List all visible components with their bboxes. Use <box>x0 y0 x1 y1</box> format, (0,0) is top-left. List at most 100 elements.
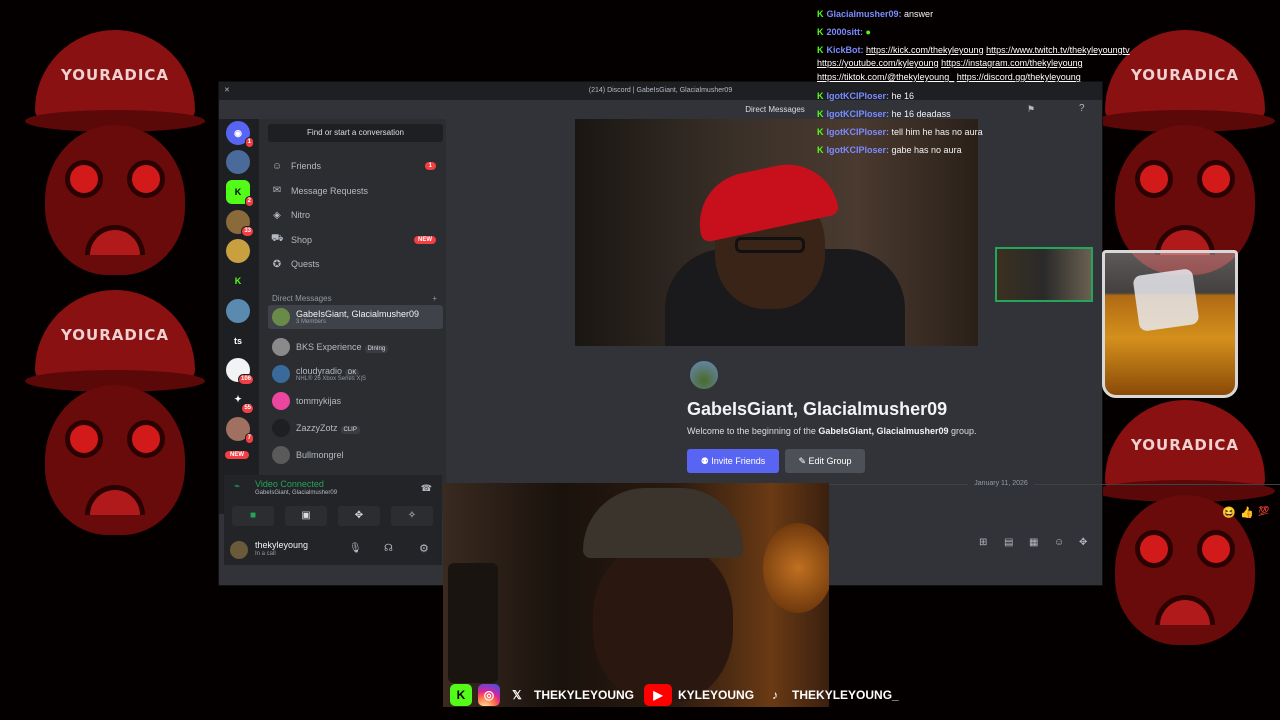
inbox-icon[interactable]: ⚑ <box>1027 104 1035 115</box>
window-title: (214) Discord | GabeIsGiant, Glacialmush… <box>588 87 733 94</box>
help-icon[interactable]: ? <box>1079 103 1085 114</box>
server-ts-icon[interactable]: ts <box>226 329 250 353</box>
screen-share-button[interactable]: ▣ <box>285 506 327 526</box>
gif-icon[interactable]: ▤ <box>1004 537 1013 548</box>
chat-username: IgotKCIPloser: <box>826 127 892 137</box>
soundboard-button[interactable]: ✧ <box>391 506 433 526</box>
chat-link[interactable]: https://kick.com/thekyleyoung <box>866 45 984 55</box>
whiskey-glass-image <box>1098 250 1242 400</box>
username[interactable]: thekyleyoung <box>255 540 308 550</box>
avatar <box>272 446 290 464</box>
group-title: GabeIsGiant, Glacialmusher09 <box>687 399 948 419</box>
background-face: YOURADICA <box>20 290 210 560</box>
laugh-reaction-icon[interactable]: 😆 <box>1222 506 1236 519</box>
headphones-icon[interactable]: ☊ <box>384 543 393 554</box>
chat-message: K IgotKCIPloser: gabe has no aura <box>817 145 962 155</box>
dm-name: tommykijas <box>296 396 342 406</box>
logo-text: YOURADICA <box>1130 436 1240 454</box>
dm-item[interactable]: GabeIsGiant, Glacialmusher09 3 Members <box>268 305 443 329</box>
unread-badge: 106 <box>237 374 254 385</box>
logo-text: YOURADICA <box>1130 66 1240 84</box>
emoji-icon[interactable]: ☺ <box>1054 537 1064 548</box>
add-dm-icon[interactable]: + <box>432 294 437 303</box>
nav-label: Shop <box>291 234 313 245</box>
server-4-icon[interactable] <box>226 299 250 323</box>
kick-badge-icon: K <box>817 9 824 19</box>
thumbs-up-reaction-icon[interactable]: 👍 <box>1240 506 1254 519</box>
logo-text: YOURADICA <box>60 66 170 84</box>
microphone-icon[interactable]: 🎙 <box>349 543 362 554</box>
dm-name: BKS Experience DInIng <box>296 342 389 353</box>
avatar <box>272 338 290 356</box>
message-requests-icon: ✉ <box>272 185 282 196</box>
activities-button[interactable]: ✥ <box>338 506 380 526</box>
chat-username: 2000sitt: <box>826 27 866 37</box>
chat-username: IgotKCIPloser: <box>826 109 892 119</box>
settings-gear-icon[interactable]: ⚙ <box>419 542 429 555</box>
dm-item[interactable]: cloudyradio DK NHL® 26 Xbox Series X|S <box>268 362 443 386</box>
nav-label: Friends <box>291 161 322 171</box>
chat-message: K IgotKCIPloser: he 16 <box>817 91 914 101</box>
nav-item-friends[interactable]: ☺ Friends 1 <box>271 156 436 176</box>
dm-item[interactable]: tommykijas <box>268 389 443 413</box>
server-5-icon[interactable]: 106 <box>226 358 254 385</box>
server-avatar-icon[interactable] <box>226 150 250 174</box>
edit-group-button[interactable]: ✎ Edit Group <box>785 449 865 473</box>
logo-text: YOURADICA <box>60 326 170 344</box>
title-bar: ✕ (214) Discord | GabeIsGiant, Glacialmu… <box>219 82 1102 100</box>
video-thumbnail[interactable] <box>995 247 1093 302</box>
friends-icon: ☺ <box>271 160 283 172</box>
nav-item-quests[interactable]: ✪ Quests <box>271 254 436 274</box>
nav-item-shop[interactable]: ⛟ Shop NEW <box>271 230 436 250</box>
dm-item[interactable]: ZazzyZotz CLIP <box>268 416 443 440</box>
discord-home-icon[interactable]: ◉ 1 <box>226 121 254 148</box>
nav-item-message-requests[interactable]: ✉ Message Requests <box>271 181 436 201</box>
disconnect-icon[interactable]: ☎ <box>421 483 432 494</box>
nav-badge: 1 <box>424 162 436 170</box>
chat-message: K Glacialmusher09: answer <box>817 9 933 19</box>
chat-link[interactable]: https://discord.gg/thekyleyoung <box>957 72 1081 82</box>
kick-icon: K <box>450 684 472 706</box>
kick-badge-icon: K <box>817 45 824 55</box>
server-2-icon[interactable]: 33 <box>226 210 254 237</box>
kick-server-icon[interactable]: K2 <box>226 180 254 207</box>
dm-tag: DInIng <box>364 345 389 353</box>
server-7-icon[interactable]: 7 <box>226 417 254 444</box>
chat-link[interactable]: https://youtube.com/kyleyoung <box>817 58 939 68</box>
nav-item-nitro[interactable]: ◈ Nitro <box>271 205 436 225</box>
chat-text: tell him he has no aura <box>891 127 983 137</box>
webcam-overlay <box>443 483 829 707</box>
chat-link[interactable]: https://tiktok.com/@thekyleyoung_ <box>817 72 954 82</box>
hundred-reaction-icon[interactable]: 💯 <box>1258 506 1269 517</box>
voice-channel[interactable]: GabeIsGiant, Glacialmusher09 <box>255 490 337 496</box>
avatar[interactable] <box>230 541 248 559</box>
chat-username: KickBot: <box>826 45 867 55</box>
dm-item[interactable]: BKS Experience DInIng <box>268 335 443 359</box>
sticker-icon[interactable]: ▦ <box>1029 537 1038 548</box>
chat-username: IgotKCIPloser: <box>826 145 892 155</box>
chat-message: https://tiktok.com/@thekyleyoung_ https:… <box>817 72 1081 82</box>
unread-badge: 7 <box>244 433 254 444</box>
chat-link[interactable]: https://www.twitch.tv/thekyleyoungtv <box>986 45 1130 55</box>
chat-link[interactable]: https://instagram.com/thekyleyoung <box>941 58 1083 68</box>
chat-message: https://youtube.com/kyleyoung https://in… <box>817 58 1083 68</box>
apps-icon[interactable]: ✥ <box>1079 537 1087 548</box>
chat-message: K 2000sitt: ● <box>817 27 871 37</box>
nav-label: Nitro <box>291 210 311 220</box>
search-input[interactable]: Find or start a conversation <box>268 124 443 142</box>
dm-item[interactable]: Bullmongrel <box>268 443 443 467</box>
unread-badge: 2 <box>244 196 254 207</box>
chat-username: IgotKCIPloser: <box>826 91 892 101</box>
invite-friends-button[interactable]: ⚉ Invite Friends <box>687 449 779 473</box>
server-6-icon[interactable]: ✦ 55 <box>226 387 254 414</box>
instagram-icon: ◎ <box>478 684 500 706</box>
camera-button[interactable]: ■ <box>232 506 274 526</box>
dm-tag: CLIP <box>340 426 360 434</box>
x-handle: THEKYLEYOUNG <box>534 688 635 702</box>
chat-text: gabe has no aura <box>891 145 962 155</box>
gift-icon[interactable]: ⊞ <box>979 537 987 548</box>
kick-server-2-icon[interactable]: K <box>226 269 250 293</box>
tiktok-icon: ♪ <box>772 688 779 702</box>
server-3-icon[interactable] <box>226 239 250 263</box>
nav-label: Message Requests <box>291 185 369 196</box>
